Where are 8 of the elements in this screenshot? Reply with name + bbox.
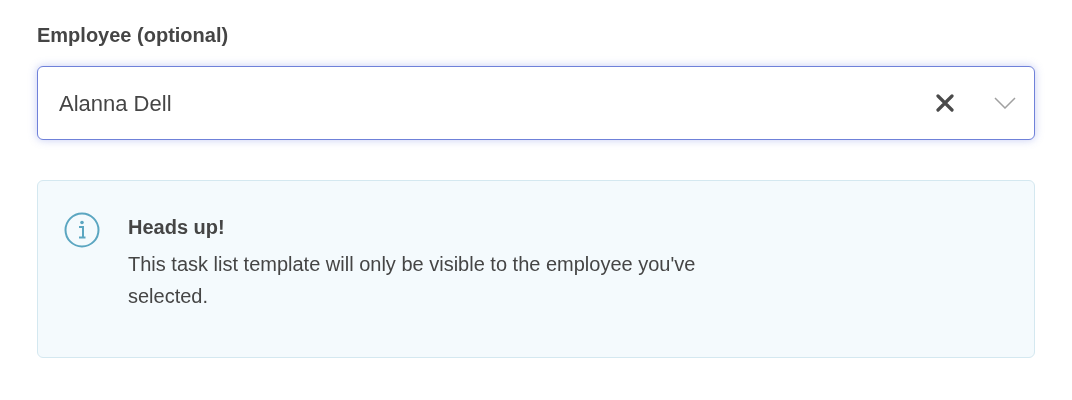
alert-message: This task list template will only be visible to the employee you've selected. bbox=[128, 252, 697, 309]
field-label: Employee (optional) bbox=[37, 23, 229, 48]
chevron-down-icon[interactable] bbox=[994, 97, 1016, 109]
select-value: Alanna Dell bbox=[59, 89, 173, 118]
info-icon bbox=[64, 212, 100, 248]
alert-title: Heads up! bbox=[128, 215, 225, 240]
employee-select[interactable]: Alanna Dell bbox=[37, 66, 1035, 140]
clear-icon[interactable] bbox=[936, 94, 954, 112]
